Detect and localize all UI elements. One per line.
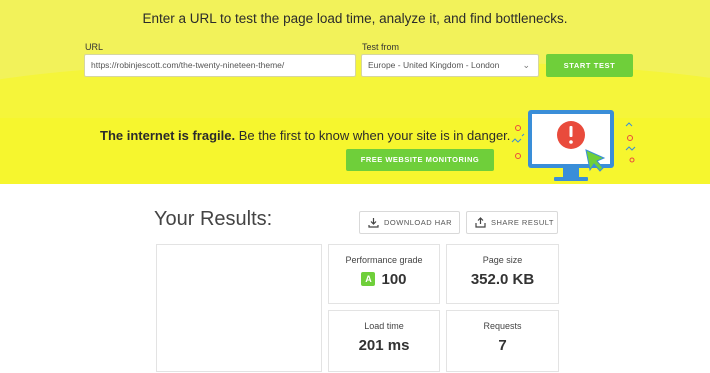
load-time-label: Load time bbox=[364, 321, 404, 331]
share-result-label: SHARE RESULT bbox=[491, 218, 554, 227]
share-icon bbox=[475, 217, 486, 228]
test-location-select[interactable]: Europe - United Kingdom - London ⌄ bbox=[361, 54, 539, 77]
alert-icon bbox=[557, 121, 585, 149]
hero-headline: Enter a URL to test the page load time, … bbox=[142, 11, 568, 26]
download-har-label: DOWNLOAD HAR bbox=[384, 218, 453, 227]
start-test-button[interactable]: START TEST bbox=[546, 54, 633, 77]
page-size-value: 352.0 KB bbox=[470, 271, 535, 288]
url-label: URL bbox=[85, 42, 104, 52]
page-size-card: Page size 352.0 KB bbox=[446, 244, 559, 304]
share-result-button[interactable]: SHARE RESULT bbox=[466, 211, 558, 234]
screenshot-preview bbox=[156, 244, 322, 372]
performance-grade-card: Performance grade A 100 bbox=[328, 244, 440, 304]
requests-value: 7 bbox=[498, 337, 507, 354]
performance-score: 100 bbox=[381, 271, 407, 288]
performance-grade-value: A 100 bbox=[329, 271, 439, 288]
requests-card: Requests 7 bbox=[446, 310, 559, 372]
promo-bold-text: The internet is fragile. bbox=[100, 128, 236, 143]
load-time-card: Load time 201 ms bbox=[328, 310, 440, 372]
load-time-value: 201 ms bbox=[358, 337, 410, 354]
chevron-down-icon: ⌄ bbox=[522, 60, 530, 70]
free-monitoring-button[interactable]: FREE WEBSITE MONITORING bbox=[346, 149, 494, 171]
grade-badge: A bbox=[361, 272, 376, 286]
promo-text: The internet is fragile. Be the first to… bbox=[100, 128, 510, 143]
download-har-button[interactable]: DOWNLOAD HAR bbox=[359, 211, 460, 234]
page-size-label: Page size bbox=[482, 255, 523, 265]
promo-body-text: Be the first to know when your site is i… bbox=[235, 128, 511, 143]
test-from-label: Test from bbox=[362, 42, 400, 52]
test-location-value: Europe - United Kingdom - London bbox=[368, 60, 500, 70]
download-icon bbox=[368, 218, 379, 228]
monitor-alert-illustration bbox=[511, 110, 636, 181]
results-title: Your Results: bbox=[154, 208, 273, 230]
performance-grade-label: Performance grade bbox=[345, 255, 423, 265]
requests-label: Requests bbox=[483, 321, 522, 331]
url-input[interactable]: https://robinjescott.com/the-twenty-nine… bbox=[84, 54, 356, 77]
